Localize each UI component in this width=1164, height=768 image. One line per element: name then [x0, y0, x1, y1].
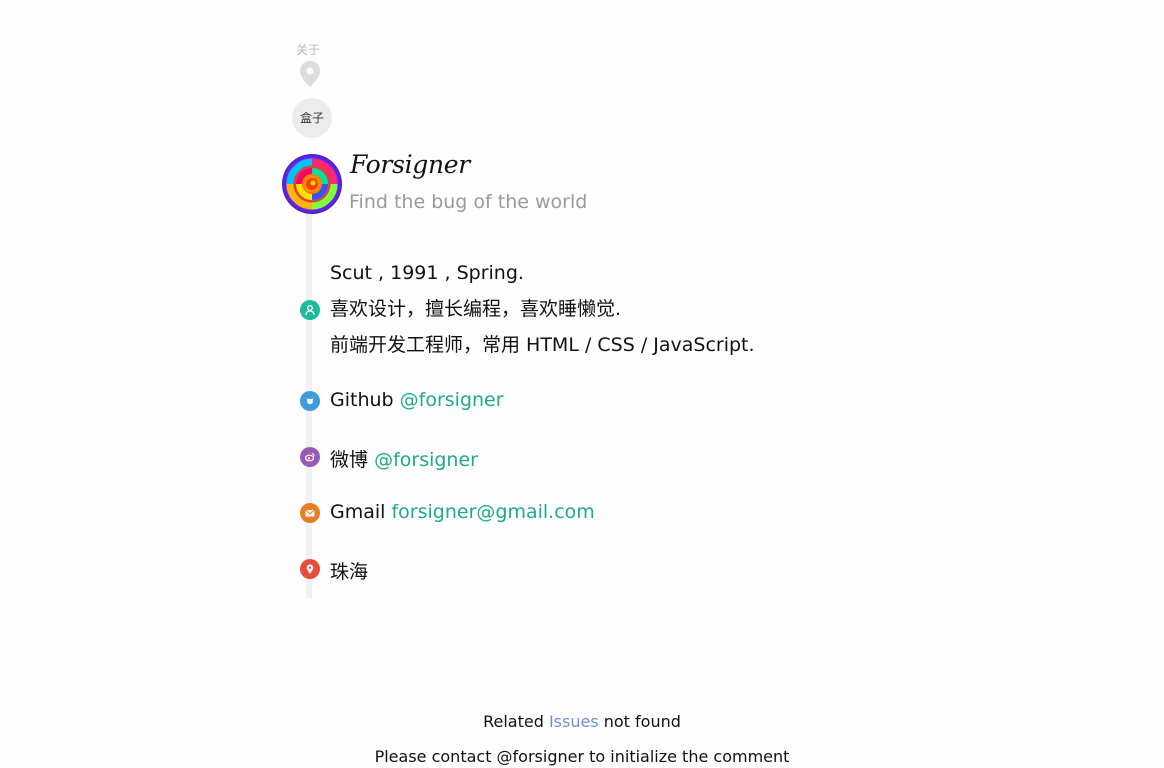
github-link[interactable]: @forsigner — [400, 389, 504, 411]
weibo-label: 微博 — [330, 449, 369, 471]
avatar — [282, 154, 342, 214]
issues-link[interactable]: Issues — [549, 712, 599, 731]
rose-avatar-image — [282, 154, 342, 214]
related-prefix: Related — [483, 712, 544, 731]
weibo-link[interactable]: @forsigner — [374, 449, 478, 471]
about-nav-label[interactable]: 关于 — [296, 41, 320, 58]
location-label: 珠海 — [330, 561, 369, 583]
location-pin-icon — [300, 559, 320, 579]
weibo-contact: 微博 @forsigner — [330, 445, 478, 472]
github-contact: Github @forsigner — [330, 389, 504, 411]
timeline-line — [306, 178, 312, 598]
about-page: 关于 盒子 Forsigner Find the bug of the worl… — [0, 0, 1164, 768]
mail-icon — [300, 503, 320, 523]
weibo-icon — [300, 447, 320, 467]
bio-block: Scut , 1991 , Spring. 喜欢设计，擅长编程，喜欢睡懒觉. 前… — [330, 259, 755, 367]
bio-line: 前端开发工程师，常用 HTML / CSS / JavaScript. — [330, 334, 755, 356]
github-label: Github — [330, 389, 394, 411]
location-contact: 珠海 — [330, 557, 368, 584]
comment-status: Related Issues not found — [0, 712, 1164, 731]
related-suffix: not found — [603, 712, 681, 731]
gmail-label: Gmail — [330, 501, 386, 523]
github-icon — [300, 391, 320, 411]
bio-line: Scut , 1991 , Spring. — [330, 262, 524, 284]
user-icon — [300, 300, 320, 320]
gmail-link[interactable]: forsigner@gmail.com — [391, 501, 594, 523]
comment-init-notice: Please contact @forsigner to initialize … — [374, 747, 790, 766]
location-pin-icon — [300, 61, 320, 87]
profile-name: Forsigner — [350, 150, 470, 179]
bio-line: 喜欢设计，擅长编程，喜欢睡懒觉. — [330, 298, 622, 320]
box-badge[interactable]: 盒子 — [292, 98, 332, 138]
gmail-contact: Gmail forsigner@gmail.com — [330, 501, 595, 523]
profile-tagline: Find the bug of the world — [349, 191, 588, 213]
